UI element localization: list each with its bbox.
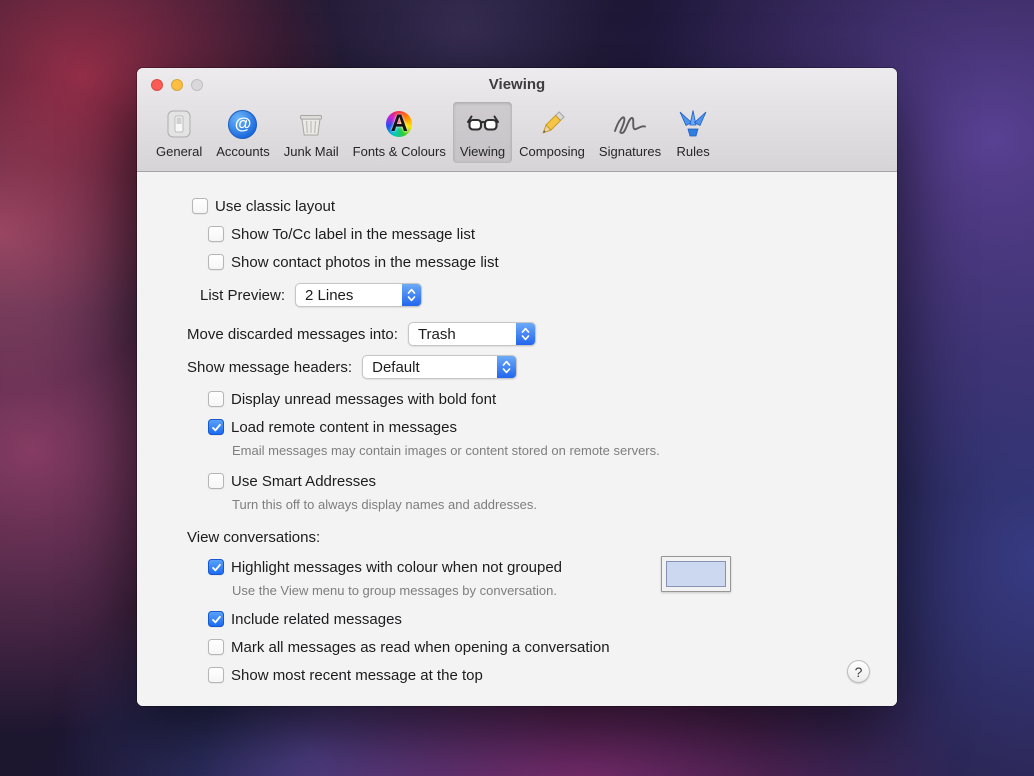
viewing-pane: Use classic layout Show To/Cc label in t…	[137, 172, 897, 706]
load-remote-content-checkbox[interactable]	[208, 419, 224, 435]
section-label: View conversations:	[187, 529, 320, 546]
composing-icon	[537, 105, 567, 143]
at-glyph: @	[235, 114, 252, 134]
row-load-remote-content: Load remote content in messages	[208, 415, 897, 439]
popup-stepper-icon	[516, 323, 535, 345]
move-discarded-label: Move discarded messages into:	[187, 326, 398, 343]
popup-value: Default	[363, 359, 497, 376]
row-show-tocc: Show To/Cc label in the message list	[208, 222, 897, 246]
toolbar-item-label: Accounts	[216, 144, 269, 159]
toolbar-item-accounts[interactable]: @ Accounts	[209, 102, 276, 163]
toolbar-item-label: General	[156, 144, 202, 159]
display-unread-bold-checkbox[interactable]	[208, 391, 224, 407]
popup-stepper-icon	[497, 356, 516, 378]
mail-preferences-window: Viewing General @ Accounts	[137, 68, 897, 706]
row-move-discarded: Move discarded messages into: Trash	[187, 320, 897, 348]
toolbar-item-label: Viewing	[460, 144, 505, 159]
smart-addresses-checkbox[interactable]	[208, 473, 224, 489]
show-contact-photos-checkbox[interactable]	[208, 254, 224, 270]
window-controls	[151, 79, 203, 91]
help-button[interactable]: ?	[847, 660, 870, 683]
load-remote-content-note: Email messages may contain images or con…	[232, 441, 897, 459]
fonts-colours-icon: A	[383, 105, 415, 143]
rules-icon	[676, 105, 710, 143]
toolbar-item-label: Composing	[519, 144, 585, 159]
row-mark-all-read: Mark all messages as read when opening a…	[208, 635, 897, 659]
list-preview-popup[interactable]: 2 Lines	[295, 283, 422, 307]
toolbar-item-general[interactable]: General	[149, 102, 209, 163]
close-button[interactable]	[151, 79, 163, 91]
list-preview-label: List Preview:	[200, 287, 285, 304]
message-headers-popup[interactable]: Default	[362, 355, 517, 379]
colour-swatch	[666, 561, 726, 587]
minimize-button[interactable]	[171, 79, 183, 91]
highlight-colour-checkbox[interactable]	[208, 559, 224, 575]
checkbox-label: Use classic layout	[215, 198, 335, 215]
row-message-headers: Show message headers: Default	[187, 353, 897, 381]
checkbox-label: Show To/Cc label in the message list	[231, 226, 475, 243]
recent-top-checkbox[interactable]	[208, 667, 224, 683]
highlight-colour-note: Use the View menu to group messages by c…	[232, 581, 897, 599]
view-conversations-heading: View conversations:	[187, 525, 897, 549]
toolbar-item-fonts-colours[interactable]: A Fonts & Colours	[346, 102, 453, 163]
show-tocc-checkbox[interactable]	[208, 226, 224, 242]
popup-value: Trash	[409, 326, 516, 343]
checkbox-label: Use Smart Addresses	[231, 473, 376, 490]
zoom-button[interactable]	[191, 79, 203, 91]
row-smart-addresses: Use Smart Addresses	[208, 469, 897, 493]
accounts-icon: @	[228, 105, 257, 143]
window-header: Viewing General @ Accounts	[137, 68, 897, 172]
toolbar-item-viewing[interactable]: Viewing	[453, 102, 512, 163]
checkbox-label: Display unread messages with bold font	[231, 391, 496, 408]
letter-a-glyph: A	[383, 110, 415, 138]
general-icon	[164, 105, 194, 143]
include-related-checkbox[interactable]	[208, 611, 224, 627]
titlebar: Viewing	[137, 68, 897, 101]
signatures-icon	[612, 105, 648, 143]
checkbox-label: Mark all messages as read when opening a…	[231, 639, 610, 656]
toolbar-item-label: Fonts & Colours	[353, 144, 446, 159]
popup-value: 2 Lines	[296, 287, 402, 304]
window-title: Viewing	[137, 76, 897, 93]
move-discarded-popup[interactable]: Trash	[408, 322, 536, 346]
row-highlight-colour: Highlight messages with colour when not …	[208, 555, 897, 579]
message-headers-label: Show message headers:	[187, 359, 352, 376]
row-recent-top: Show most recent message at the top	[208, 663, 897, 687]
checkbox-label: Show most recent message at the top	[231, 667, 483, 684]
junk-mail-icon	[296, 105, 326, 143]
help-glyph: ?	[855, 664, 863, 680]
mark-all-read-checkbox[interactable]	[208, 639, 224, 655]
toolbar-item-label: Rules	[676, 144, 709, 159]
smart-addresses-note: Turn this off to always display names an…	[232, 495, 897, 513]
row-list-preview: List Preview: 2 Lines	[200, 281, 897, 309]
toolbar-item-composing[interactable]: Composing	[512, 102, 592, 163]
use-classic-layout-checkbox[interactable]	[192, 198, 208, 214]
viewing-icon	[465, 105, 501, 143]
toolbar-item-label: Junk Mail	[284, 144, 339, 159]
row-show-contact-photos: Show contact photos in the message list	[208, 250, 897, 274]
popup-stepper-icon	[402, 284, 421, 306]
preferences-toolbar: General @ Accounts Junk Mail	[137, 101, 897, 172]
checkbox-label: Highlight messages with colour when not …	[231, 559, 562, 576]
row-use-classic-layout: Use classic layout	[192, 194, 897, 218]
checkbox-label: Load remote content in messages	[231, 419, 457, 436]
highlight-section: Highlight messages with colour when not …	[137, 555, 897, 599]
row-display-unread-bold: Display unread messages with bold font	[208, 387, 897, 411]
row-include-related: Include related messages	[208, 607, 897, 631]
toolbar-item-signatures[interactable]: Signatures	[592, 102, 668, 163]
toolbar-item-rules[interactable]: Rules	[668, 102, 718, 163]
checkbox-label: Include related messages	[231, 611, 402, 628]
highlight-colour-well[interactable]	[661, 556, 731, 592]
toolbar-item-label: Signatures	[599, 144, 661, 159]
checkbox-label: Show contact photos in the message list	[231, 254, 499, 271]
toolbar-item-junk-mail[interactable]: Junk Mail	[277, 102, 346, 163]
